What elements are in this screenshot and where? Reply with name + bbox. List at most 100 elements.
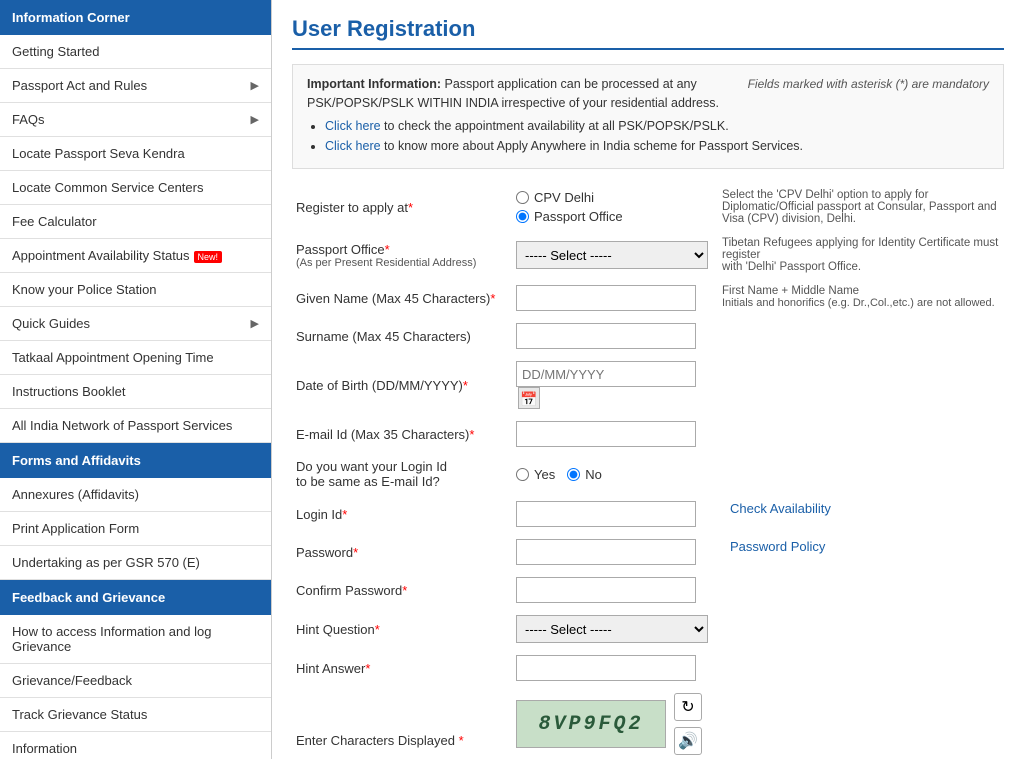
- radio-passport-label: Passport Office: [534, 209, 623, 224]
- given-name-label: Given Name (Max 45 Characters)*: [292, 279, 512, 317]
- password-label: Password*: [292, 533, 512, 571]
- sidebar-item[interactable]: Locate Passport Seva Kendra: [0, 137, 271, 171]
- link2[interactable]: Click here: [325, 139, 381, 153]
- login-same-label: Do you want your Login Id to be same as …: [292, 453, 512, 495]
- row-surname: Surname (Max 45 Characters): [292, 317, 1004, 355]
- sidebar-item[interactable]: Grievance/Feedback: [0, 664, 271, 698]
- sidebar-item-label: All India Network of Passport Services: [12, 418, 232, 433]
- sidebar-item[interactable]: FAQs ▶: [0, 103, 271, 137]
- chevron-right-icon: ▶: [251, 113, 259, 126]
- captcha-audio-button[interactable]: 🔊: [674, 727, 702, 755]
- sidebar-item[interactable]: Locate Common Service Centers: [0, 171, 271, 205]
- hint-answer-input[interactable]: [516, 655, 696, 681]
- confirm-password-input[interactable]: [516, 577, 696, 603]
- sidebar-item-label: How to access Information and log Grieva…: [12, 624, 259, 654]
- link1-after: to check the appointment availability at…: [381, 119, 729, 133]
- dob-label: Date of Birth (DD/MM/YYYY)*: [292, 355, 512, 415]
- hint-question-label: Hint Question*: [292, 609, 512, 649]
- chevron-right-icon: ▶: [251, 317, 259, 330]
- sidebar-item[interactable]: Instructions Booklet: [0, 375, 271, 409]
- captcha-cell: 8VP9FQ2 ↻ 🔊: [512, 687, 1004, 759]
- passport-office-hint: Tibetan Refugees applying for Identity C…: [712, 231, 1004, 279]
- hint-question-select[interactable]: ----- Select -----: [516, 615, 708, 643]
- sidebar-item-label: Print Application Form: [12, 521, 139, 536]
- sidebar-item-label: Instructions Booklet: [12, 384, 125, 399]
- link1[interactable]: Click here: [325, 119, 381, 133]
- registration-form: Register to apply at* CPV Delhi Passport…: [292, 183, 1004, 759]
- radio-login-no[interactable]: [567, 468, 580, 481]
- sidebar-item-label: Grievance/Feedback: [12, 673, 132, 688]
- surname-input[interactable]: [516, 323, 696, 349]
- sidebar-item-label: Fee Calculator: [12, 214, 97, 229]
- sidebar-section-header: Feedback and Grievance: [0, 580, 271, 615]
- sidebar-section-header: Forms and Affidavits: [0, 443, 271, 478]
- sidebar-item-label: Undertaking as per GSR 570 (E): [12, 555, 200, 570]
- login-id-label: Login Id*: [292, 495, 512, 533]
- row-login-same: Do you want your Login Id to be same as …: [292, 453, 1004, 495]
- row-passport-office: Passport Office* (As per Present Residen…: [292, 231, 1004, 279]
- info-box: Fields marked with asterisk (*) are mand…: [292, 64, 1004, 169]
- register-hint: Select the 'CPV Delhi' option to apply f…: [712, 183, 1004, 231]
- password-input[interactable]: [516, 539, 696, 565]
- row-dob: Date of Birth (DD/MM/YYYY)* 📅: [292, 355, 1004, 415]
- sidebar-item[interactable]: Undertaking as per GSR 570 (E): [0, 546, 271, 580]
- dob-input-cell: 📅: [512, 355, 712, 415]
- radio-passport[interactable]: [516, 210, 529, 223]
- sidebar-item[interactable]: Getting Started: [0, 35, 271, 69]
- passport-office-select[interactable]: ----- Select -----: [516, 241, 708, 269]
- sidebar-item-label: FAQs: [12, 112, 45, 127]
- sidebar-item[interactable]: Information: [0, 732, 271, 759]
- check-availability-link[interactable]: Check Availability: [722, 501, 831, 516]
- captcha-refresh-button[interactable]: ↻: [674, 693, 702, 721]
- email-input-cell: [512, 415, 712, 453]
- row-confirm-password: Confirm Password*: [292, 571, 1004, 609]
- radio-cpv-label: CPV Delhi: [534, 190, 594, 205]
- sidebar-item[interactable]: Quick Guides ▶: [0, 307, 271, 341]
- sidebar-item[interactable]: Print Application Form: [0, 512, 271, 546]
- sidebar-item-label: Quick Guides: [12, 316, 90, 331]
- passport-office-label: Passport Office* (As per Present Residen…: [292, 231, 512, 279]
- sidebar-item[interactable]: How to access Information and log Grieva…: [0, 615, 271, 664]
- sidebar-item[interactable]: Fee Calculator: [0, 205, 271, 239]
- login-id-input[interactable]: [516, 501, 696, 527]
- row-given-name: Given Name (Max 45 Characters)* First Na…: [292, 279, 1004, 317]
- radio-cpv[interactable]: [516, 191, 529, 204]
- calendar-icon[interactable]: 📅: [518, 387, 540, 409]
- email-input[interactable]: [516, 421, 696, 447]
- password-policy-link[interactable]: Password Policy: [722, 539, 825, 554]
- row-password: Password* Password Policy: [292, 533, 1004, 571]
- sidebar-item[interactable]: Tatkaal Appointment Opening Time: [0, 341, 271, 375]
- sidebar-item[interactable]: Annexures (Affidavits): [0, 478, 271, 512]
- link2-after: to know more about Apply Anywhere in Ind…: [381, 139, 803, 153]
- register-radio-group: CPV Delhi Passport Office: [512, 183, 712, 231]
- dob-input[interactable]: [516, 361, 696, 387]
- given-name-input[interactable]: [516, 285, 696, 311]
- sidebar-item[interactable]: Appointment Availability StatusNew!: [0, 239, 271, 273]
- register-label: Register to apply at*: [292, 183, 512, 231]
- row-hint-question: Hint Question* ----- Select -----: [292, 609, 1004, 649]
- sidebar-item[interactable]: All India Network of Passport Services: [0, 409, 271, 443]
- hint-question-select-cell: ----- Select -----: [512, 609, 712, 649]
- sidebar: Information CornerGetting StartedPasspor…: [0, 0, 272, 759]
- sidebar-item-label: Passport Act and Rules: [12, 78, 147, 93]
- surname-input-cell: [512, 317, 712, 355]
- email-label: E-mail Id (Max 35 Characters)*: [292, 415, 512, 453]
- sidebar-item-label: Locate Passport Seva Kendra: [12, 146, 185, 161]
- password-input-cell: [512, 533, 712, 571]
- sidebar-item[interactable]: Track Grievance Status: [0, 698, 271, 732]
- given-name-input-cell: [512, 279, 712, 317]
- confirm-password-label: Confirm Password*: [292, 571, 512, 609]
- new-badge: New!: [194, 251, 223, 263]
- captcha-controls: ↻ 🔊: [674, 693, 702, 755]
- passport-office-select-cell: ----- Select -----: [512, 231, 712, 279]
- sidebar-item[interactable]: Know your Police Station: [0, 273, 271, 307]
- sidebar-item-label: Track Grievance Status: [12, 707, 147, 722]
- sidebar-section-header: Information Corner: [0, 0, 271, 35]
- sidebar-item[interactable]: Passport Act and Rules ▶: [0, 69, 271, 103]
- login-no-label: No: [585, 467, 602, 482]
- chevron-right-icon: ▶: [251, 79, 259, 92]
- login-same-radio-cell: Yes No: [512, 453, 712, 495]
- given-name-hint: First Name + Middle Name Initials and ho…: [712, 279, 1004, 317]
- row-hint-answer: Hint Answer*: [292, 649, 1004, 687]
- radio-login-yes[interactable]: [516, 468, 529, 481]
